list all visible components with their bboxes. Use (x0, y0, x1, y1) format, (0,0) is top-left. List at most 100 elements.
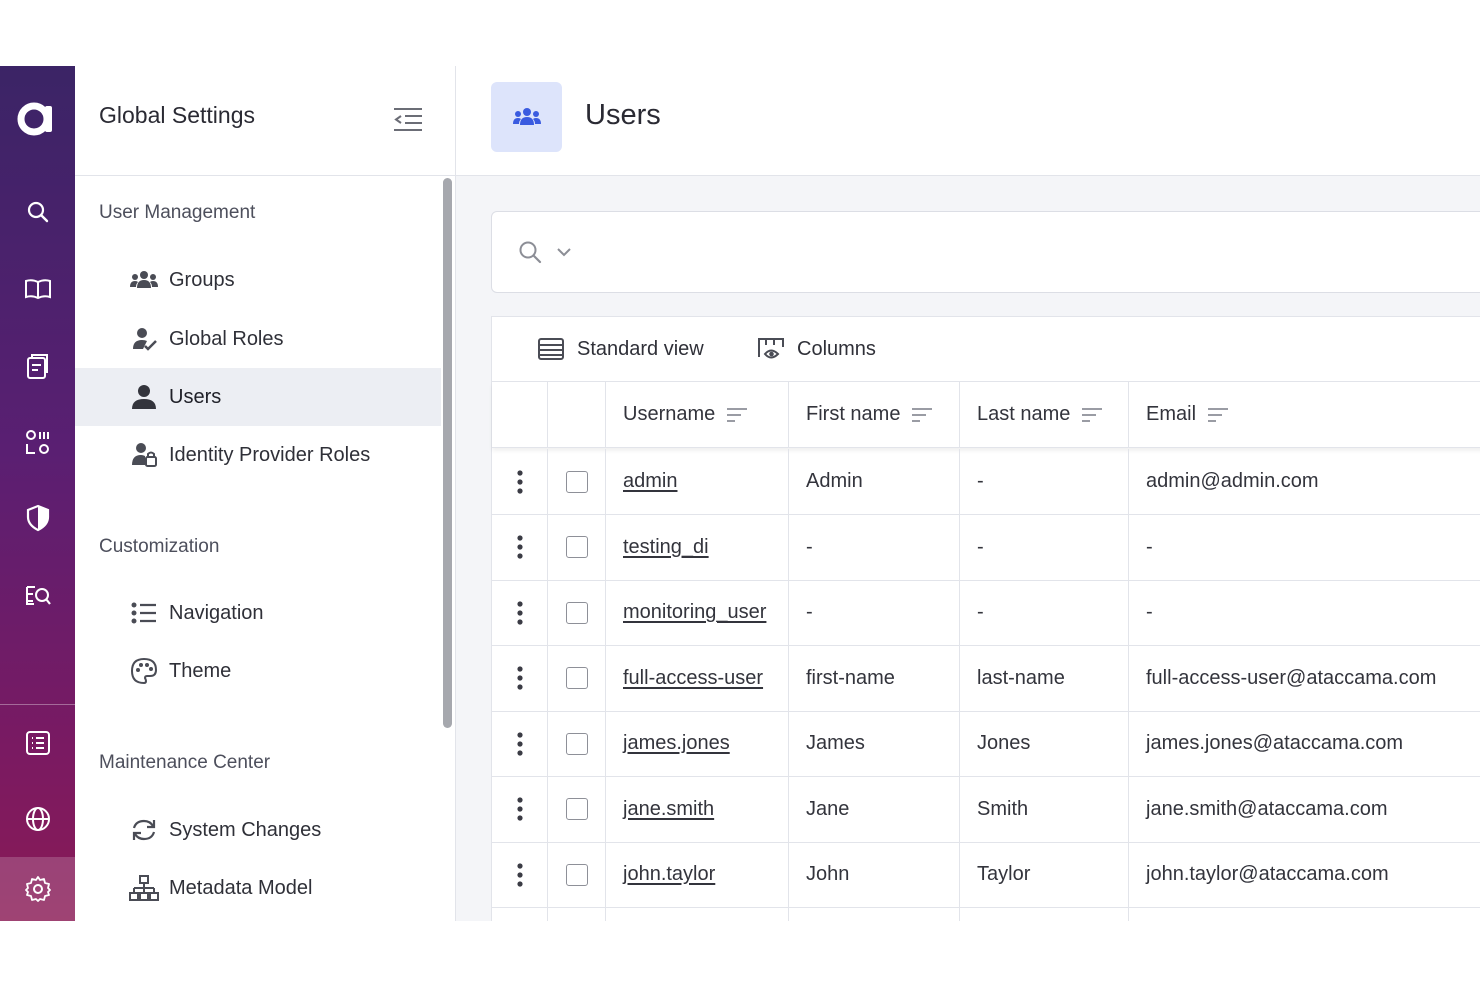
kebab-menu-icon (516, 797, 523, 821)
first-name-cell: first-name (789, 645, 960, 711)
username-link[interactable]: james.jones (623, 732, 730, 755)
first-name-cell: - (789, 514, 960, 580)
row-checkbox[interactable] (565, 470, 588, 493)
nav-item-label: Groups (169, 268, 235, 291)
rail-security-button[interactable] (0, 490, 75, 546)
settings-panel: Global Settings User Management Groups G… (75, 66, 456, 921)
row-actions-button[interactable] (492, 449, 548, 514)
row-checkbox[interactable] (565, 732, 588, 755)
nav-item-users[interactable]: Users (75, 368, 441, 426)
row-checkbox[interactable] (565, 798, 588, 820)
rail-settings-button[interactable] (0, 857, 75, 921)
row-checkbox[interactable] (565, 863, 588, 886)
task-list-icon (25, 731, 50, 755)
row-actions-button[interactable] (492, 645, 548, 711)
sort-icon[interactable] (910, 406, 934, 424)
table-row: admin Admin - admin@admin.com (492, 449, 1480, 515)
shield-icon (26, 504, 49, 532)
first-name-cell: Jane (789, 776, 960, 842)
row-actions-button[interactable] (492, 514, 548, 580)
rail-catalog-button[interactable] (0, 338, 75, 394)
rail-monitoring-button[interactable] (0, 567, 75, 623)
row-checkbox[interactable] (565, 601, 588, 624)
nav-item-navigation[interactable]: Navigation (75, 584, 441, 642)
logo-icon (17, 102, 52, 136)
globe-icon (25, 807, 50, 831)
email-cell: - (1146, 601, 1153, 623)
rail-data-quality-button[interactable] (0, 414, 75, 470)
nav-item-theme[interactable]: Theme (75, 642, 441, 700)
table-toolbar: Standard view Columns (492, 317, 1480, 382)
username-cell: monitoring_user (606, 580, 789, 645)
palette-icon (129, 656, 159, 686)
app-window: Global Settings User Management Groups G… (0, 66, 1480, 921)
table-row: jane.smith Jane Smith jane.smith@ataccama.c… (492, 776, 1480, 843)
rail-glossary-button[interactable] (0, 261, 75, 317)
header-email[interactable]: Email (1129, 382, 1480, 447)
last-name-cell: Jones (960, 711, 1129, 776)
columns-button[interactable]: Columns (757, 333, 876, 365)
username-cell: john.taylor (606, 842, 789, 907)
row-actions-button[interactable] (492, 776, 548, 842)
row-checkbox[interactable] (565, 536, 588, 558)
columns-visibility-icon (758, 338, 784, 359)
username-link[interactable]: full-access-user (623, 667, 763, 690)
row-select-cell (548, 645, 606, 711)
row-actions-button[interactable] (492, 842, 548, 907)
app-rail (0, 66, 75, 921)
username-link[interactable]: jane.smith (623, 798, 714, 821)
users-table: Standard view Columns Username First nam… (491, 316, 1480, 921)
sort-icon[interactable] (1206, 406, 1230, 424)
username-link[interactable]: john.taylor (623, 863, 715, 886)
nav-item-label: System Changes (169, 818, 322, 841)
header-label: Last name (977, 403, 1071, 425)
header-first-name[interactable]: First name (789, 382, 960, 447)
page-title: Users (585, 99, 661, 131)
empty-cell (789, 907, 960, 921)
app-logo[interactable] (0, 88, 75, 148)
users-group-icon (129, 265, 159, 295)
nav-item-metadata-model[interactable]: Metadata Model (75, 859, 441, 917)
username-link[interactable]: testing_di (623, 536, 709, 559)
username-cell: full-access-user (606, 645, 789, 711)
nav-item-global-roles[interactable]: Global Roles (75, 310, 441, 368)
header-username[interactable]: Username (606, 382, 789, 447)
header-label: Username (623, 403, 716, 425)
users-group-icon (512, 108, 541, 125)
rail-search-button[interactable] (0, 184, 75, 240)
row-actions-button[interactable] (492, 580, 548, 645)
gear-icon (24, 876, 51, 902)
last-name-cell: last-name (960, 645, 1129, 711)
last-name-cell: - (960, 514, 1129, 580)
table-row: full-access-user first-name last-name full-… (492, 645, 1480, 712)
main-content: Users Standard view Columns Username Fir… (456, 66, 1480, 921)
search-list-icon (25, 586, 51, 605)
first-name-cell: Admin (789, 449, 960, 514)
panel-scrollbar-thumb[interactable] (443, 178, 452, 728)
header-select-cell (548, 382, 606, 447)
row-select-cell (548, 514, 606, 580)
rail-globe-button[interactable] (0, 791, 75, 847)
row-select-cell (548, 449, 606, 514)
row-actions-button[interactable] (492, 711, 548, 776)
row-checkbox[interactable] (565, 667, 588, 689)
standard-view-button[interactable]: Standard view (537, 333, 704, 365)
nav-item-identity-provider-roles[interactable]: Identity Provider Roles (75, 426, 441, 484)
chevron-down-icon[interactable] (554, 242, 574, 262)
nav-item-system-changes[interactable]: System Changes (75, 801, 441, 859)
sort-icon[interactable] (725, 406, 749, 424)
page-header: Users (456, 66, 1480, 176)
sort-icon[interactable] (1080, 406, 1104, 424)
nav-item-label: Metadata Model (169, 876, 313, 899)
panel-scrollbar[interactable] (441, 176, 455, 736)
header-actions-cell (492, 382, 548, 447)
nav-item-label: Theme (169, 659, 232, 682)
username-link[interactable]: admin (623, 470, 677, 493)
rail-tasks-button[interactable] (0, 715, 75, 771)
nav-item-groups[interactable]: Groups (75, 251, 441, 309)
search-bar[interactable] (491, 211, 1480, 293)
username-link[interactable]: monitoring_user (623, 601, 766, 624)
collapse-panel-icon[interactable] (391, 104, 425, 136)
header-last-name[interactable]: Last name (960, 382, 1129, 447)
empty-cell (492, 907, 548, 921)
